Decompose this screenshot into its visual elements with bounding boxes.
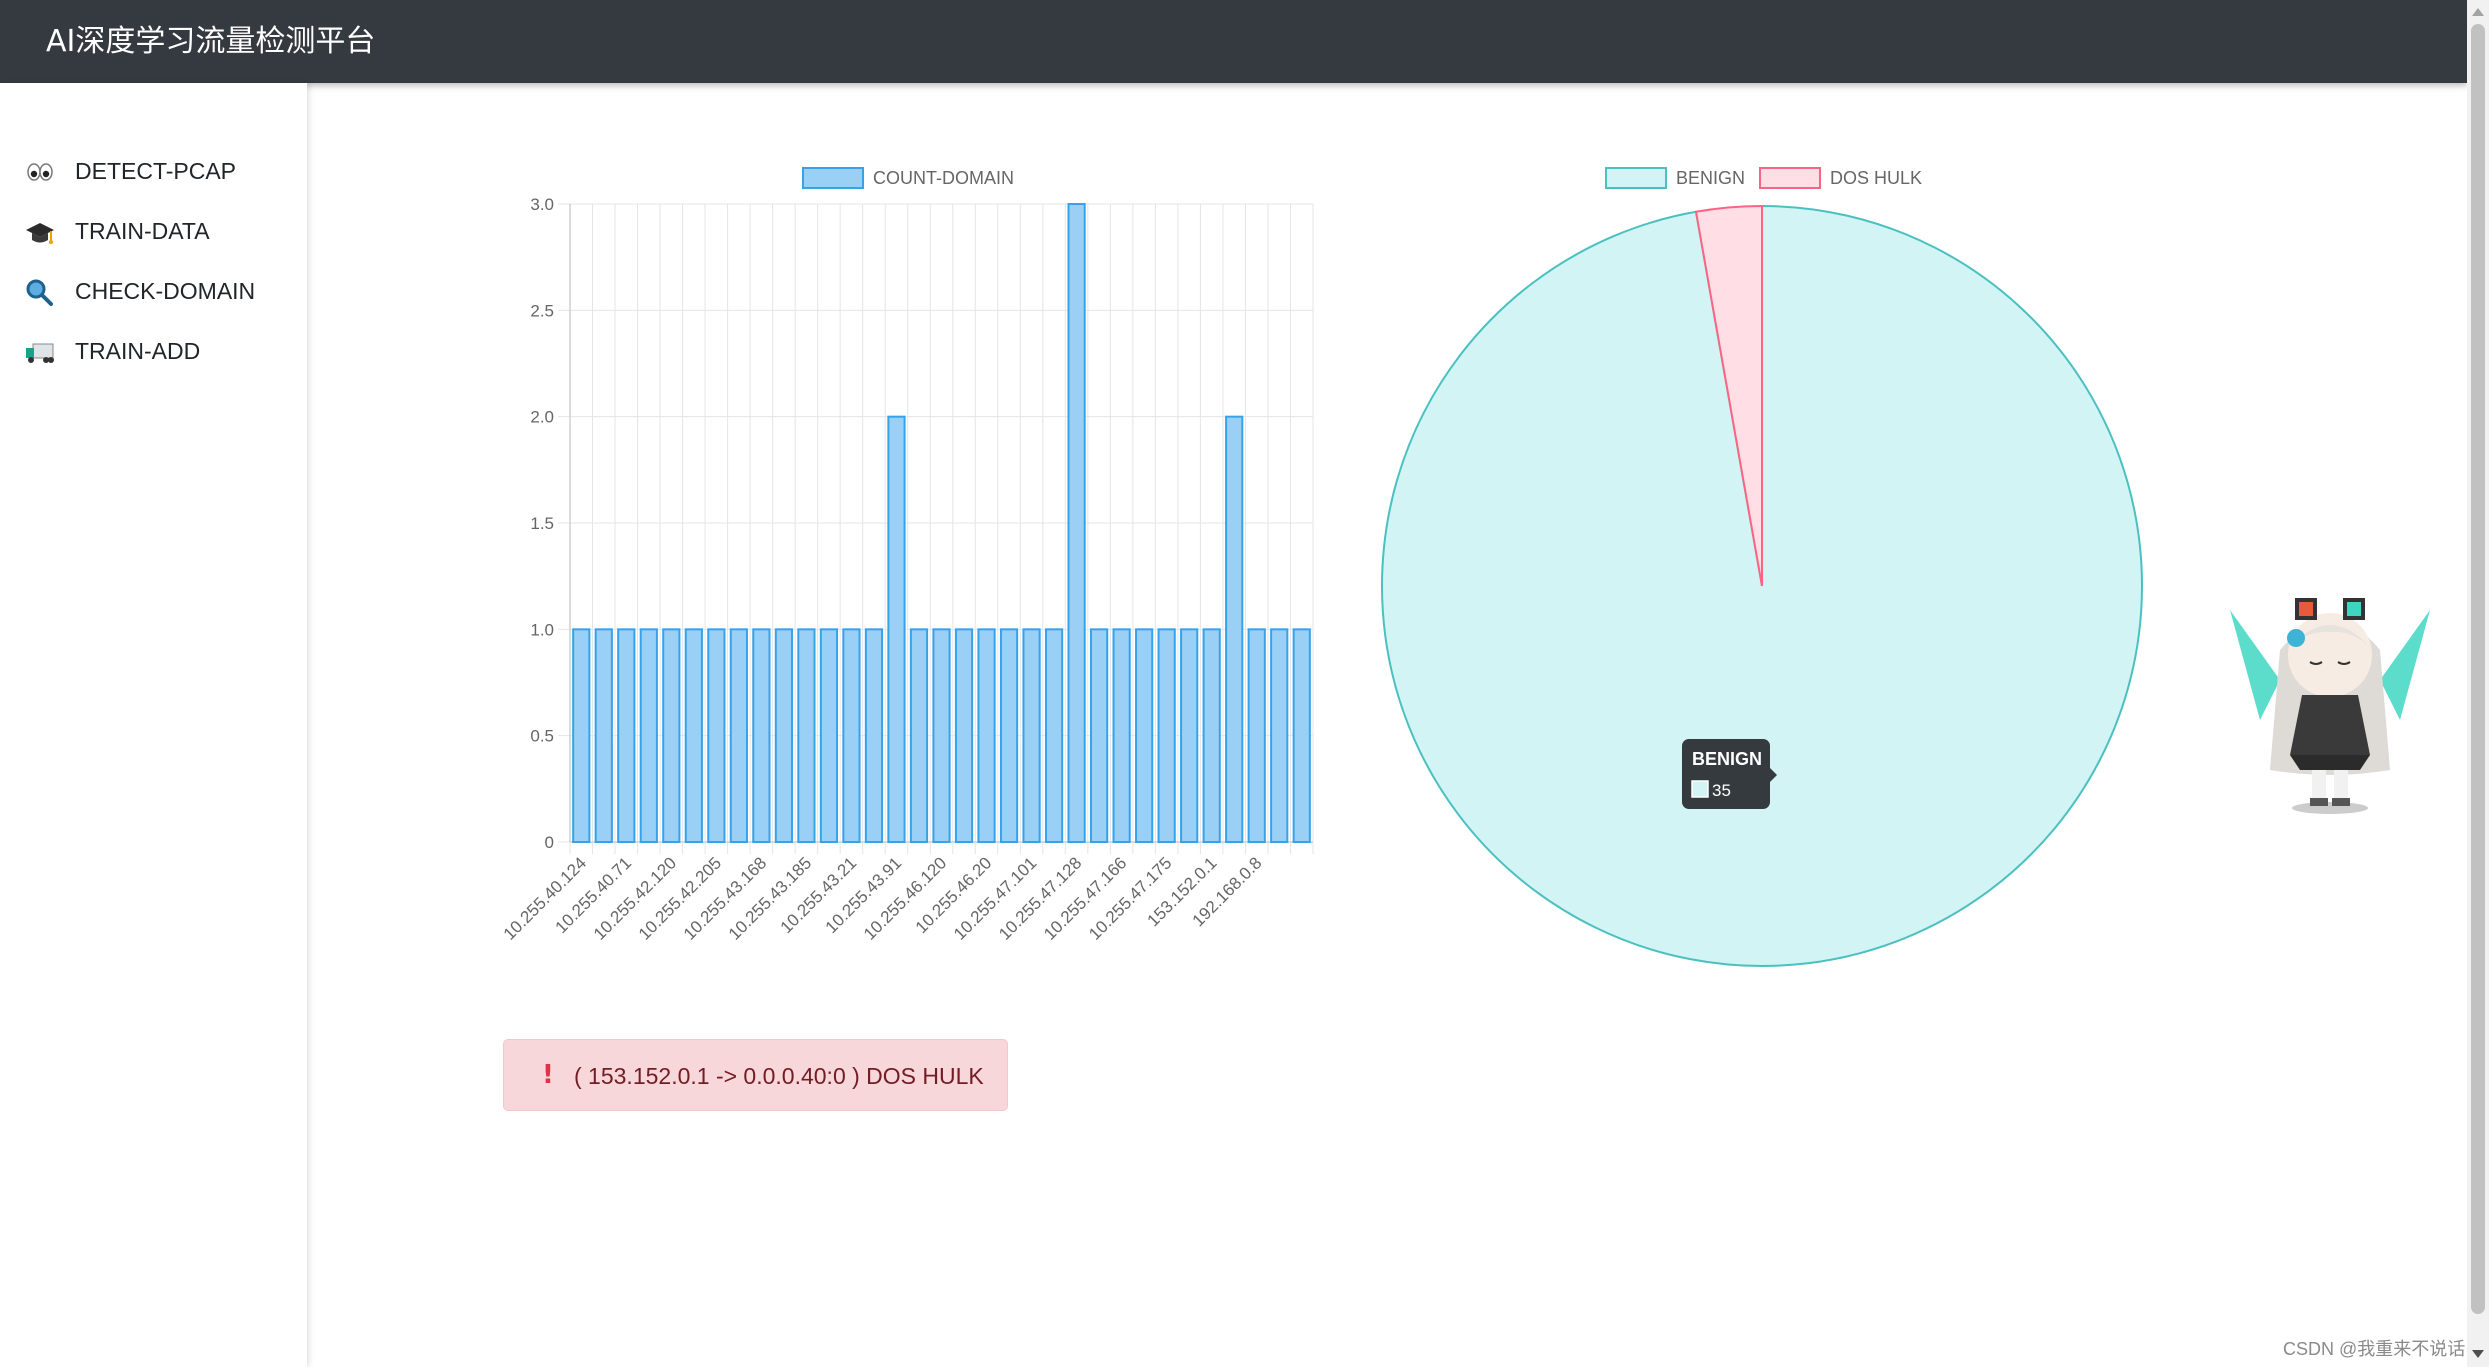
pie-tooltip-title: BENIGN [1692, 749, 1762, 769]
bar[interactable] [1180, 628, 1199, 843]
bar[interactable] [617, 628, 636, 843]
y-tick-label: 3.0 [530, 195, 554, 214]
bar[interactable] [1135, 628, 1154, 843]
y-tick-label: 1.0 [530, 620, 554, 639]
pie-legend-benign[interactable]: BENIGN [1605, 167, 1745, 189]
bar[interactable] [819, 628, 839, 843]
pie-legend-dos-hulk[interactable]: DOS HULK [1759, 167, 1922, 189]
bar[interactable] [1090, 628, 1109, 843]
pie-tooltip-swatch [1691, 780, 1709, 798]
bar-legend-swatch [802, 167, 864, 189]
y-tick-label: 2.5 [530, 301, 554, 320]
pie-legend-label-dos-hulk: DOS HULK [1830, 168, 1922, 188]
bar-chart-y-ticks: 0 0.5 1.0 1.5 2.0 2.5 3.0 [530, 195, 554, 852]
scroll-down-arrow-icon[interactable] [2472, 1350, 2484, 1358]
bar-chart: 0 0.5 1.0 1.5 2.0 2.5 3.0 10.255.40.12410.255.… [500, 167, 1314, 944]
watermark: CSDN @我重来不说话 [2283, 1339, 2466, 1359]
bar-chart-x-ticks: 10.255.40.12410.255.40.7110.255.42.12010… [500, 853, 1266, 943]
bar[interactable] [842, 628, 861, 843]
pie-legend-swatch-benign [1605, 167, 1667, 189]
y-tick-label: 0 [545, 833, 554, 852]
bar[interactable] [1022, 628, 1041, 843]
bar-legend-label: COUNT-DOMAIN [873, 168, 1014, 188]
bar[interactable] [729, 628, 748, 843]
bar[interactable] [594, 628, 613, 843]
bar[interactable] [1270, 628, 1289, 843]
pie-legend-label-benign: BENIGN [1676, 168, 1745, 188]
pie-tooltip-value: 35 [1712, 781, 1731, 800]
pie-legend-swatch-dos-hulk [1759, 167, 1821, 189]
y-tick-label: 1.5 [530, 514, 554, 533]
pie-chart: BENIGN DOS HULK BENIGN 35 [1381, 167, 2143, 967]
bar[interactable] [954, 628, 974, 843]
pie-tooltip: BENIGN 35 [1682, 739, 1777, 809]
bar-legend[interactable]: COUNT-DOMAIN [802, 167, 1014, 189]
y-tick-label: 0.5 [530, 727, 554, 746]
vertical-scrollbar[interactable] [2467, 0, 2489, 1367]
bar[interactable] [887, 415, 906, 843]
bar[interactable] [1112, 628, 1131, 843]
bar[interactable] [1247, 628, 1266, 843]
bar[interactable] [797, 628, 816, 843]
bar[interactable] [1225, 415, 1244, 843]
bar[interactable] [752, 628, 771, 843]
bar[interactable] [572, 628, 591, 843]
exclamation-icon: ! [542, 1060, 554, 1090]
alert-text: ( 153.152.0.1 -> 0.0.0.40:0 ) DOS HULK [574, 1063, 984, 1089]
bar[interactable] [1044, 628, 1064, 843]
scrollbar-thumb[interactable] [2471, 24, 2485, 1314]
y-tick-label: 2.0 [530, 408, 554, 427]
bar[interactable] [977, 628, 996, 843]
bar[interactable] [1067, 203, 1086, 843]
detection-alert: ! ( 153.152.0.1 -> 0.0.0.40:0 ) DOS HULK [503, 1039, 1008, 1111]
bar[interactable] [1292, 628, 1311, 843]
bar[interactable] [1157, 628, 1176, 843]
charts-area: 0 0.5 1.0 1.5 2.0 2.5 3.0 10.255.40.12410.255.… [500, 167, 2143, 967]
bar[interactable] [774, 628, 793, 843]
bar[interactable] [707, 628, 726, 843]
bar[interactable] [999, 628, 1019, 843]
bar[interactable] [864, 628, 884, 843]
bar[interactable] [639, 628, 658, 843]
bar[interactable] [1202, 628, 1221, 843]
bar[interactable] [932, 628, 951, 843]
bar[interactable] [662, 628, 681, 843]
pie-slices [1381, 204, 2143, 967]
scroll-up-arrow-icon[interactable] [2472, 8, 2484, 16]
anime-mascot[interactable] [2220, 570, 2440, 820]
bar[interactable] [909, 628, 929, 843]
bar[interactable] [684, 628, 703, 843]
